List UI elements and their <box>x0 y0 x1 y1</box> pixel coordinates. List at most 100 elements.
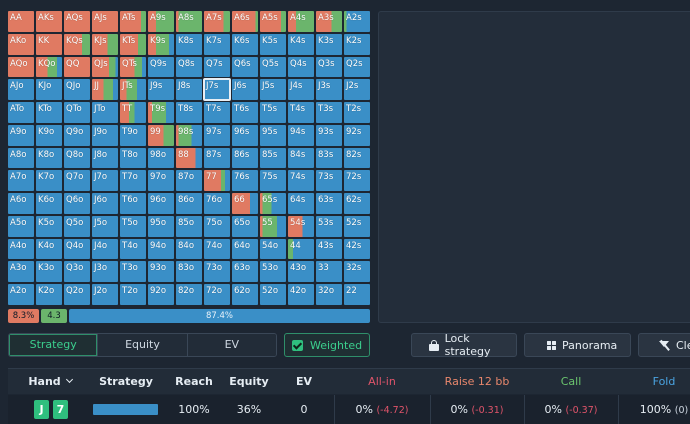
hand-cell-k8s[interactable]: K8s <box>176 33 202 55</box>
hand-cell-k2s[interactable]: K2s <box>344 33 370 55</box>
hand-cell-a2s[interactable]: A2s <box>344 11 370 32</box>
lock-strategy-button[interactable]: Lock strategy <box>411 332 517 358</box>
hand-cell-aqo[interactable]: AQo <box>8 56 34 78</box>
hand-cell-t4s[interactable]: T4s <box>288 102 314 123</box>
hand-cell-84s[interactable]: 84s <box>288 147 314 169</box>
hand-cell-q4o[interactable]: Q4o <box>64 238 90 260</box>
hand-cell-94s[interactable]: 94s <box>288 124 314 146</box>
table-row[interactable]: J 7 100% 36% 0 0% (-4.72) 0% (-0.31) 0% … <box>8 395 690 424</box>
hand-cell-77[interactable]: 77 <box>204 170 230 192</box>
hand-cell-ajo[interactable]: AJo <box>8 79 34 101</box>
hand-cell-q4s[interactable]: Q4s <box>288 56 314 78</box>
hand-cell-86o[interactable]: 86o <box>176 193 202 214</box>
hand-cell-32s[interactable]: 32s <box>344 261 370 283</box>
hand-cell-j5o[interactable]: J5o <box>92 215 118 237</box>
hand-cell-k3o[interactable]: K3o <box>36 261 62 283</box>
hand-cell-98o[interactable]: 98o <box>148 147 174 169</box>
hand-cell-44[interactable]: 44 <box>288 238 314 260</box>
hand-cell-42s[interactable]: 42s <box>344 238 370 260</box>
hand-cell-aqs[interactable]: AQs <box>64 11 90 32</box>
hand-cell-q9o[interactable]: Q9o <box>64 124 90 146</box>
hand-cell-43o[interactable]: 43o <box>288 261 314 283</box>
hand-cell-kts[interactable]: KTs <box>120 33 146 55</box>
hand-cell-j6s[interactable]: J6s <box>232 79 258 101</box>
hand-cell-q2o[interactable]: Q2o <box>64 284 90 305</box>
hand-cell-82o[interactable]: 82o <box>176 284 202 305</box>
hand-cell-k6s[interactable]: K6s <box>232 33 258 55</box>
hand-cell-tt[interactable]: TT <box>120 102 146 123</box>
hand-cell-63s[interactable]: 63s <box>316 193 342 214</box>
hand-cell-a8o[interactable]: A8o <box>8 147 34 169</box>
hand-cell-a8s[interactable]: A8s <box>176 11 202 32</box>
hand-cell-83s[interactable]: 83s <box>316 147 342 169</box>
hand-cell-ako[interactable]: AKo <box>8 33 34 55</box>
hand-cell-q2s[interactable]: Q2s <box>344 56 370 78</box>
hand-cell-aks[interactable]: AKs <box>36 11 62 32</box>
hand-cell-kqs[interactable]: KQs <box>64 33 90 55</box>
hand-cell-99[interactable]: 99 <box>148 124 174 146</box>
hand-cell-q6s[interactable]: Q6s <box>232 56 258 78</box>
hand-cell-jj[interactable]: JJ <box>92 79 118 101</box>
hand-cell-ato[interactable]: ATo <box>8 102 34 123</box>
hand-cell-q5o[interactable]: Q5o <box>64 215 90 237</box>
hand-cell-a6o[interactable]: A6o <box>8 193 34 214</box>
hand-cell-t8s[interactable]: T8s <box>176 102 202 123</box>
weighted-toggle[interactable]: Weighted <box>284 333 370 357</box>
hand-cell-t7o[interactable]: T7o <box>120 170 146 192</box>
hand-cell-t5o[interactable]: T5o <box>120 215 146 237</box>
hand-cell-j3s[interactable]: J3s <box>316 79 342 101</box>
hand-cell-76s[interactable]: 76s <box>232 170 258 192</box>
hand-cell-22[interactable]: 22 <box>344 284 370 305</box>
hand-cell-a3o[interactable]: A3o <box>8 261 34 283</box>
tab-strategy[interactable]: Strategy <box>9 334 99 356</box>
hand-cell-j2o[interactable]: J2o <box>92 284 118 305</box>
hand-cell-64o[interactable]: 64o <box>232 238 258 260</box>
hand-cell-53o[interactable]: 53o <box>260 261 286 283</box>
hand-cell-64s[interactable]: 64s <box>288 193 314 214</box>
hand-cell-42o[interactable]: 42o <box>288 284 314 305</box>
hand-cell-t9s[interactable]: T9s <box>148 102 174 123</box>
hand-cell-jts[interactable]: JTs <box>120 79 146 101</box>
hand-cell-92o[interactable]: 92o <box>148 284 174 305</box>
hand-cell-kjo[interactable]: KJo <box>36 79 62 101</box>
hand-cell-j5s[interactable]: J5s <box>260 79 286 101</box>
hand-cell-j9s[interactable]: J9s <box>148 79 174 101</box>
hand-cell-t2o[interactable]: T2o <box>120 284 146 305</box>
hand-cell-jto[interactable]: JTo <box>92 102 118 123</box>
hand-cell-93o[interactable]: 93o <box>148 261 174 283</box>
hand-cell-87s[interactable]: 87s <box>204 147 230 169</box>
hand-cell-j2s[interactable]: J2s <box>344 79 370 101</box>
hand-cell-85o[interactable]: 85o <box>176 215 202 237</box>
hand-cell-t6o[interactable]: T6o <box>120 193 146 214</box>
hand-cell-q8s[interactable]: Q8s <box>176 56 202 78</box>
tab-equity[interactable]: Equity <box>98 334 188 356</box>
hand-cell-j7o[interactable]: J7o <box>92 170 118 192</box>
panorama-button[interactable]: Panorama <box>524 333 631 357</box>
hand-cell-87o[interactable]: 87o <box>176 170 202 192</box>
hand-cell-j4o[interactable]: J4o <box>92 238 118 260</box>
clear-filter-button[interactable]: Cle <box>638 333 690 357</box>
hand-cell-52s[interactable]: 52s <box>344 215 370 237</box>
hand-cell-k4o[interactable]: K4o <box>36 238 62 260</box>
hand-cell-t3s[interactable]: T3s <box>316 102 342 123</box>
hand-cell-63o[interactable]: 63o <box>232 261 258 283</box>
hand-cell-97o[interactable]: 97o <box>148 170 174 192</box>
hand-cell-53s[interactable]: 53s <box>316 215 342 237</box>
hand-cell-k7o[interactable]: K7o <box>36 170 62 192</box>
hand-cell-a9o[interactable]: A9o <box>8 124 34 146</box>
hand-cell-j7s[interactable]: J7s <box>203 78 231 102</box>
hand-cell-t9o[interactable]: T9o <box>120 124 146 146</box>
hand-cell-k8o[interactable]: K8o <box>36 147 62 169</box>
hand-cell-q7o[interactable]: Q7o <box>64 170 90 192</box>
tab-ev[interactable]: EV <box>187 334 276 356</box>
hand-cell-q3o[interactable]: Q3o <box>64 261 90 283</box>
hand-cell-a4o[interactable]: A4o <box>8 238 34 260</box>
hand-cell-95s[interactable]: 95s <box>260 124 286 146</box>
hand-cell-54o[interactable]: 54o <box>260 238 286 260</box>
hand-cell-95o[interactable]: 95o <box>148 215 174 237</box>
hand-cell-q7s[interactable]: Q7s <box>204 56 230 78</box>
hand-cell-k5s[interactable]: K5s <box>260 33 286 55</box>
hand-cell-q5s[interactable]: Q5s <box>260 56 286 78</box>
hand-cell-75s[interactable]: 75s <box>260 170 286 192</box>
hand-cell-j9o[interactable]: J9o <box>92 124 118 146</box>
